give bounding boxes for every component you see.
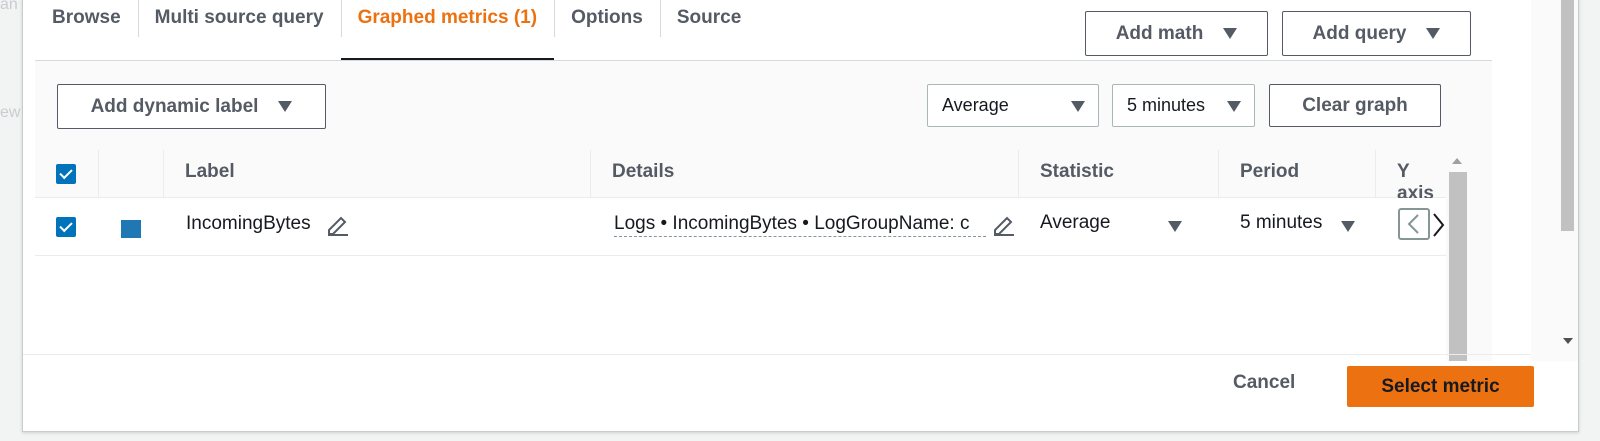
row-checkbox[interactable] [56,217,76,237]
series-color-swatch[interactable] [121,220,141,238]
select-all-checkbox[interactable] [56,164,76,184]
caret-down-icon [278,101,293,112]
background-text-fragment: an [0,0,18,13]
row-details-text: Logs • IncomingBytes • LogGroupName: c [614,212,986,237]
column-divider [1375,150,1376,198]
add-query-label: Add query [1312,22,1407,44]
add-math-button[interactable]: Add math [1085,11,1268,56]
caret-down-icon [1071,101,1085,112]
caret-down-icon [1223,28,1238,39]
row-period[interactable]: 5 minutes [1240,212,1322,234]
metrics-modal: Browse Multi source query Graphed metric… [22,0,1579,432]
scroll-down-icon[interactable] [1563,338,1573,344]
tab-multi-source-query[interactable]: Multi source query [137,0,341,61]
scrollbar-thumb[interactable] [1449,172,1467,361]
tab-browse[interactable]: Browse [35,0,138,61]
tab-source[interactable]: Source [659,0,758,61]
clear-graph-button[interactable]: Clear graph [1269,84,1441,127]
header-label[interactable]: Label [185,161,235,183]
scroll-up-icon[interactable] [1452,158,1462,164]
period-select-value: 5 minutes [1127,95,1206,115]
caret-down-icon [1227,101,1241,112]
footer-divider [23,354,1531,355]
row-statistic[interactable]: Average [1040,212,1110,234]
y-axis-left-chevron-icon[interactable] [1398,208,1430,240]
add-math-label: Add math [1115,22,1204,44]
column-divider [590,150,591,198]
tab-options[interactable]: Options [554,0,660,61]
row-details[interactable]: Logs • IncomingBytes • LogGroupName: c [614,212,986,237]
metrics-table: Label Details Statistic Period Y axis In… [35,150,1446,361]
column-divider [1218,150,1219,198]
statistic-caret-down-icon[interactable] [1168,221,1182,232]
edit-details-pencil-icon[interactable] [992,213,1016,237]
caret-down-icon [1426,28,1441,39]
header-period[interactable]: Period [1240,161,1299,183]
row-label: IncomingBytes [186,213,311,234]
modal-scrollbar[interactable] [1531,0,1578,361]
table-row: IncomingBytes Logs • IncomingBytes • Log… [35,198,1446,256]
header-details[interactable]: Details [612,161,674,183]
add-dynamic-label-button[interactable]: Add dynamic label [57,84,326,129]
table-header: Label Details Statistic Period Y axis [35,150,1446,204]
tab-graphed-metrics[interactable]: Graphed metrics (1) [340,0,555,61]
table-scrollbar[interactable] [1446,150,1468,361]
period-select[interactable]: 5 minutes [1112,84,1255,127]
tab-bar: Browse Multi source query Graphed metric… [35,0,758,61]
statistic-select-value: Average [942,95,1009,115]
edit-label-pencil-icon[interactable] [326,213,350,237]
period-caret-down-icon[interactable] [1341,221,1355,232]
cancel-button[interactable]: Cancel [1233,372,1295,394]
scrollbar-thumb[interactable] [1561,0,1574,231]
header-statistic[interactable]: Statistic [1040,161,1114,183]
add-dynamic-label-text: Add dynamic label [90,95,259,117]
y-axis-right-chevron-icon[interactable] [1431,212,1445,238]
statistic-select[interactable]: Average [927,84,1099,127]
column-divider [98,150,99,198]
column-divider [1018,150,1019,198]
background-text-fragment: ew [0,104,21,121]
select-metric-button[interactable]: Select metric [1347,366,1534,407]
column-divider [163,150,164,198]
add-query-button[interactable]: Add query [1282,11,1471,56]
